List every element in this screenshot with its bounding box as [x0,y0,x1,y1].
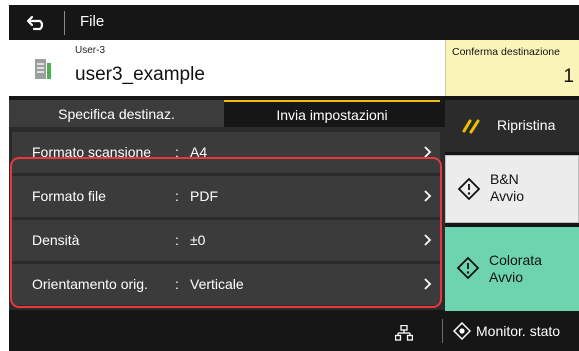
setting-value: ±0 [190,232,206,248]
start-icon [457,177,481,201]
setting-value: Verticale [190,276,244,292]
destination-count: 1 [563,66,574,87]
color-start-line2: Avvio [489,269,523,285]
bw-start-line2: Avvio [490,188,524,204]
confirm-destination-label: Conferma destinazione [452,46,560,58]
setting-densita[interactable]: Densità : ±0 [12,220,440,261]
color-start-button[interactable]: Colorata Avvio [445,227,579,311]
tab-specifica-destinaz[interactable]: Specifica destinaz. [9,100,224,127]
user-label: User-3 [75,45,106,56]
device-screen: File User-3 user3_example Conferma desti… [9,5,579,351]
start-icon [456,256,480,280]
reset-button[interactable]: Ripristina [445,100,579,152]
back-arrow-icon [26,15,43,30]
chevron-right-icon [424,190,432,202]
top-bar: File [9,5,579,40]
chevron-right-icon [424,278,432,290]
setting-label: Formato scansione [32,144,152,160]
setting-label: Orientamento orig. [32,276,148,292]
setting-label: Formato file [32,188,106,204]
setting-label: Densità [32,232,80,248]
setting-separator: : [175,144,179,160]
status-monitor-button[interactable]: Monitor. stato [443,311,579,351]
setting-formato-file[interactable]: Formato file : PDF [12,176,440,217]
file-user-icon [35,59,51,79]
setting-value: PDF [190,188,218,204]
setting-formato-scansione[interactable]: Formato scansione : A4 [12,132,440,173]
bw-start-button[interactable]: B&N Avvio [445,155,579,223]
color-start-line1: Colorata [489,252,542,268]
reset-icon [462,119,480,134]
back-button[interactable] [9,5,64,40]
user-info-row: User-3 user3_example [9,40,445,96]
status-monitor-label: Monitor. stato [476,323,561,339]
chevron-right-icon [424,234,432,246]
reset-label: Ripristina [497,117,556,133]
setting-separator: : [175,188,179,204]
user-name: user3_example [75,64,205,85]
network-icon[interactable] [395,325,413,341]
confirm-destination-button[interactable]: Conferma destinazione 1 [445,40,579,96]
settings-list: Formato scansione : A4 Formato file : PD… [9,127,445,310]
setting-separator: : [175,276,179,292]
bw-start-line1: B&N [490,171,519,187]
setting-separator: : [175,232,179,248]
top-bar-divider [64,11,65,35]
bottom-bar: Monitor. stato [9,311,579,351]
page-title: File [80,13,105,30]
tab-invia-impostazioni[interactable]: Invia impostazioni [224,100,440,127]
chevron-right-icon [424,146,432,158]
setting-orientamento-orig[interactable]: Orientamento orig. : Verticale [12,264,440,305]
setting-value: A4 [190,144,208,160]
monitor-status-icon [453,322,471,340]
